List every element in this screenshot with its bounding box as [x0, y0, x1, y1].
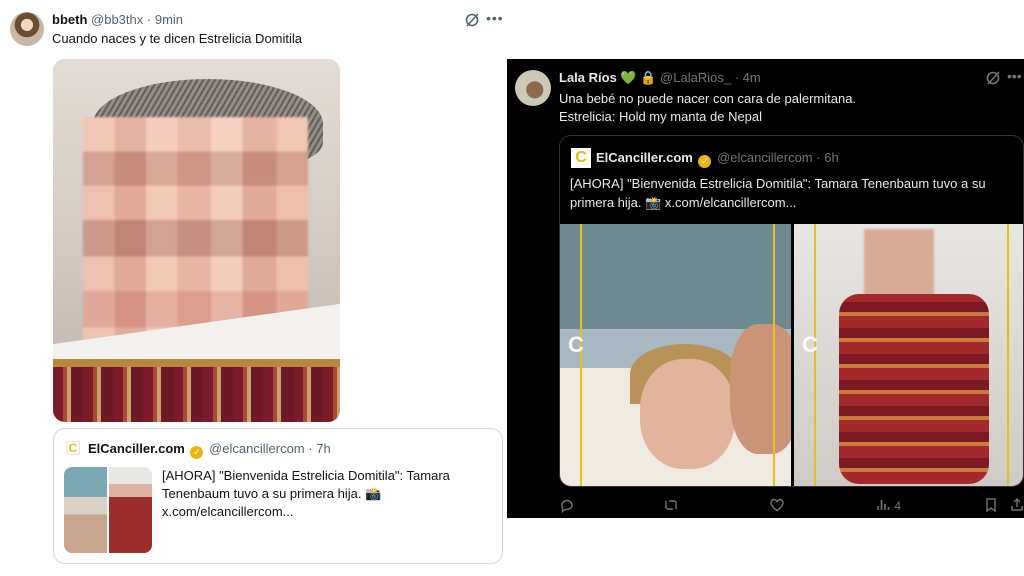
- user-handle[interactable]: @bb3thx: [91, 12, 143, 27]
- more-horizontal-icon[interactable]: •••: [1007, 68, 1022, 84]
- tweet-header: bbeth @bb3thx · 9min: [52, 12, 184, 27]
- thumbnail-image: [64, 467, 107, 553]
- retweet-icon[interactable]: [663, 497, 679, 516]
- tweet-image[interactable]: [53, 59, 340, 422]
- green-heart-icon: 💚: [620, 70, 637, 85]
- quoted-header: ElCanciller.com ✓ @elcancillercom · 7h: [88, 441, 331, 459]
- avatar[interactable]: [10, 12, 44, 46]
- quoted-tweet[interactable]: C ElCanciller.com ✓ @elcancillercom · 6h…: [559, 135, 1024, 487]
- quoted-text: [AHORA] "Bienvenida Estrelicia Domitila"…: [162, 468, 450, 519]
- tweet-text-line: Una bebé no puede nacer con cara de pale…: [559, 91, 857, 106]
- user-name[interactable]: Lala Ríos: [559, 70, 617, 85]
- thumbnail-image: [109, 467, 152, 553]
- views-icon: [877, 500, 890, 510]
- quoted-thumbnails: [64, 467, 152, 553]
- more-horizontal-icon[interactable]: •••: [486, 10, 504, 26]
- views-button[interactable]: 4: [875, 497, 901, 516]
- grok-icon[interactable]: [985, 70, 1001, 86]
- tweet-text-line: Estrelicia: Hold my manta de Nepal: [559, 109, 763, 124]
- action-bar: 4: [559, 497, 1024, 513]
- tweet-time[interactable]: 9min: [155, 12, 183, 27]
- elcanciller-logo: C: [571, 148, 591, 168]
- quoted-time: 6h: [824, 150, 839, 165]
- tweet-text: Cuando naces y te dicen Estrelicia Domit…: [52, 31, 303, 46]
- tweet-time[interactable]: 4m: [743, 70, 761, 85]
- quoted-header: ElCanciller.com ✓ @elcancillercom · 6h: [596, 150, 839, 168]
- quoted-time: 7h: [316, 441, 331, 456]
- bookmark-icon[interactable]: [983, 497, 999, 516]
- reply-icon[interactable]: [559, 497, 575, 516]
- like-icon[interactable]: [769, 497, 785, 516]
- verified-badge-icon: ✓: [190, 446, 204, 459]
- quoted-handle: @elcancillercom: [717, 150, 813, 165]
- views-count: 4: [894, 499, 902, 513]
- grok-icon[interactable]: [464, 12, 480, 28]
- elcanciller-logo: C: [66, 441, 80, 455]
- watermark-logo: C: [568, 332, 584, 357]
- avatar[interactable]: [515, 70, 551, 106]
- lock-icon: 🔒: [640, 70, 657, 85]
- share-icon[interactable]: [1009, 497, 1024, 516]
- quoted-account-name: ElCanciller.com: [596, 150, 693, 165]
- quoted-image-left[interactable]: C: [560, 224, 791, 486]
- left-tweet: bbeth @bb3thx · 9min ••• Cuando naces y …: [0, 0, 512, 576]
- verified-badge-icon: ✓: [698, 155, 712, 168]
- tweet-header: Lala Ríos 💚 🔒 @LalaRios_ · 4m: [559, 70, 761, 85]
- user-handle[interactable]: @LalaRios_: [660, 70, 731, 85]
- right-tweet: Lala Ríos 💚 🔒 @LalaRios_ · 4m ••• Una be…: [507, 59, 1024, 518]
- quoted-handle: @elcancillercom: [209, 441, 305, 456]
- quoted-image-right[interactable]: C: [794, 224, 1023, 486]
- quoted-text: [AHORA] "Bienvenida Estrelicia Domitila"…: [570, 176, 986, 210]
- quoted-tweet[interactable]: C ElCanciller.com ✓ @elcancillercom · 7h…: [53, 428, 503, 564]
- tweet-text: Una bebé no puede nacer con cara de pale…: [559, 90, 856, 126]
- watermark-logo: C: [802, 332, 818, 357]
- user-name[interactable]: bbeth: [52, 12, 87, 27]
- quoted-account-name: ElCanciller.com: [88, 441, 185, 456]
